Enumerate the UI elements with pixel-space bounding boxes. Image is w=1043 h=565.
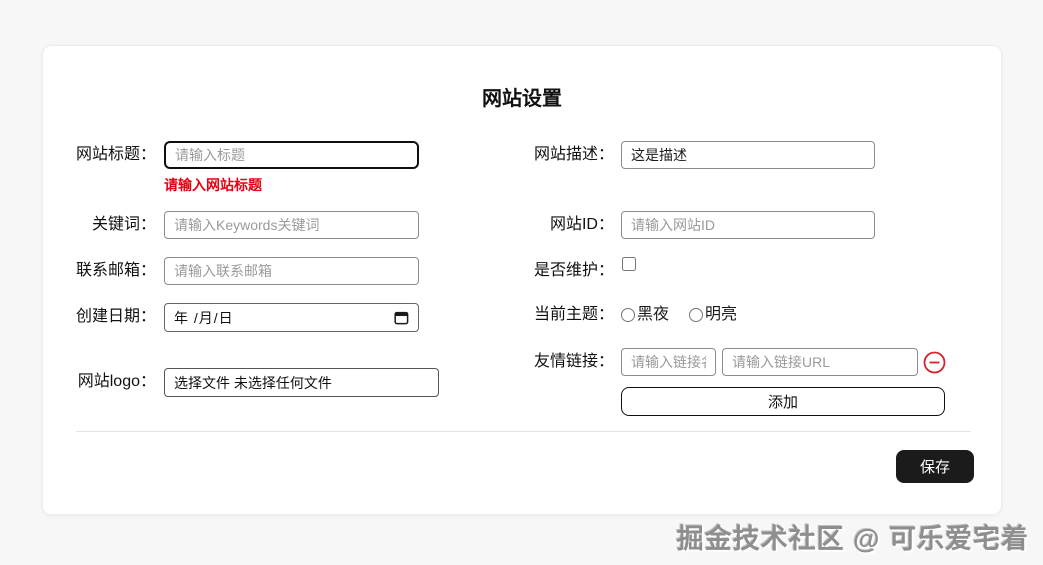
description-label: 网站描述：	[533, 146, 614, 163]
link-name-input[interactable]	[621, 348, 716, 376]
theme-options: 黑夜 明亮	[621, 301, 757, 329]
site-title-error: 请输入网站标题	[164, 177, 262, 193]
footer-divider	[76, 431, 971, 432]
keywords-label: 关键词：	[91, 216, 156, 233]
remove-link-button[interactable]	[923, 351, 946, 374]
theme-label: 当前主题：	[533, 306, 614, 323]
theme-light-radio[interactable]	[689, 308, 704, 322]
email-input[interactable]	[164, 257, 419, 285]
link-url-input[interactable]	[722, 348, 918, 376]
create-date-label: 创建日期：	[75, 308, 156, 325]
site-title-input[interactable]	[164, 141, 419, 169]
maintenance-row	[622, 257, 636, 271]
description-input[interactable]	[621, 141, 875, 169]
create-date-input[interactable]: 年 /月/日	[164, 303, 419, 332]
maintenance-label: 是否维护：	[533, 262, 614, 279]
site-id-input[interactable]	[621, 211, 875, 239]
calendar-icon[interactable]	[394, 310, 409, 325]
minus-circle-icon	[923, 351, 946, 374]
theme-dark-label: 黑夜	[637, 306, 670, 323]
keywords-input[interactable]	[164, 211, 419, 239]
watermark-text: 掘金技术社区 @ 可乐爱宅着	[676, 524, 1029, 554]
site-id-label: 网站ID：	[549, 216, 614, 233]
theme-light-label: 明亮	[705, 306, 738, 323]
file-input-text: 选择文件 未选择任何文件	[174, 374, 332, 391]
theme-option-light[interactable]: 明亮	[689, 301, 737, 329]
logo-file-input[interactable]: 选择文件 未选择任何文件	[164, 368, 439, 397]
site-title-label: 网站标题：	[75, 146, 156, 163]
logo-label: 网站logo：	[77, 373, 156, 390]
theme-dark-radio[interactable]	[621, 308, 635, 322]
website-settings-card: 网站设置 网站标题： 请输入网站标题 关键词： 联系邮箱： 创建日期： 年 /月…	[42, 45, 1002, 515]
save-button[interactable]: 保存	[896, 450, 974, 483]
maintenance-checkbox[interactable]	[622, 257, 636, 271]
email-label: 联系邮箱：	[75, 262, 156, 279]
date-value: 年 /月/日	[174, 309, 234, 326]
links-label: 友情链接：	[533, 353, 614, 370]
theme-option-dark[interactable]: 黑夜	[621, 301, 669, 329]
page-title: 网站设置	[482, 88, 562, 110]
add-link-button[interactable]: 添加	[621, 387, 945, 416]
